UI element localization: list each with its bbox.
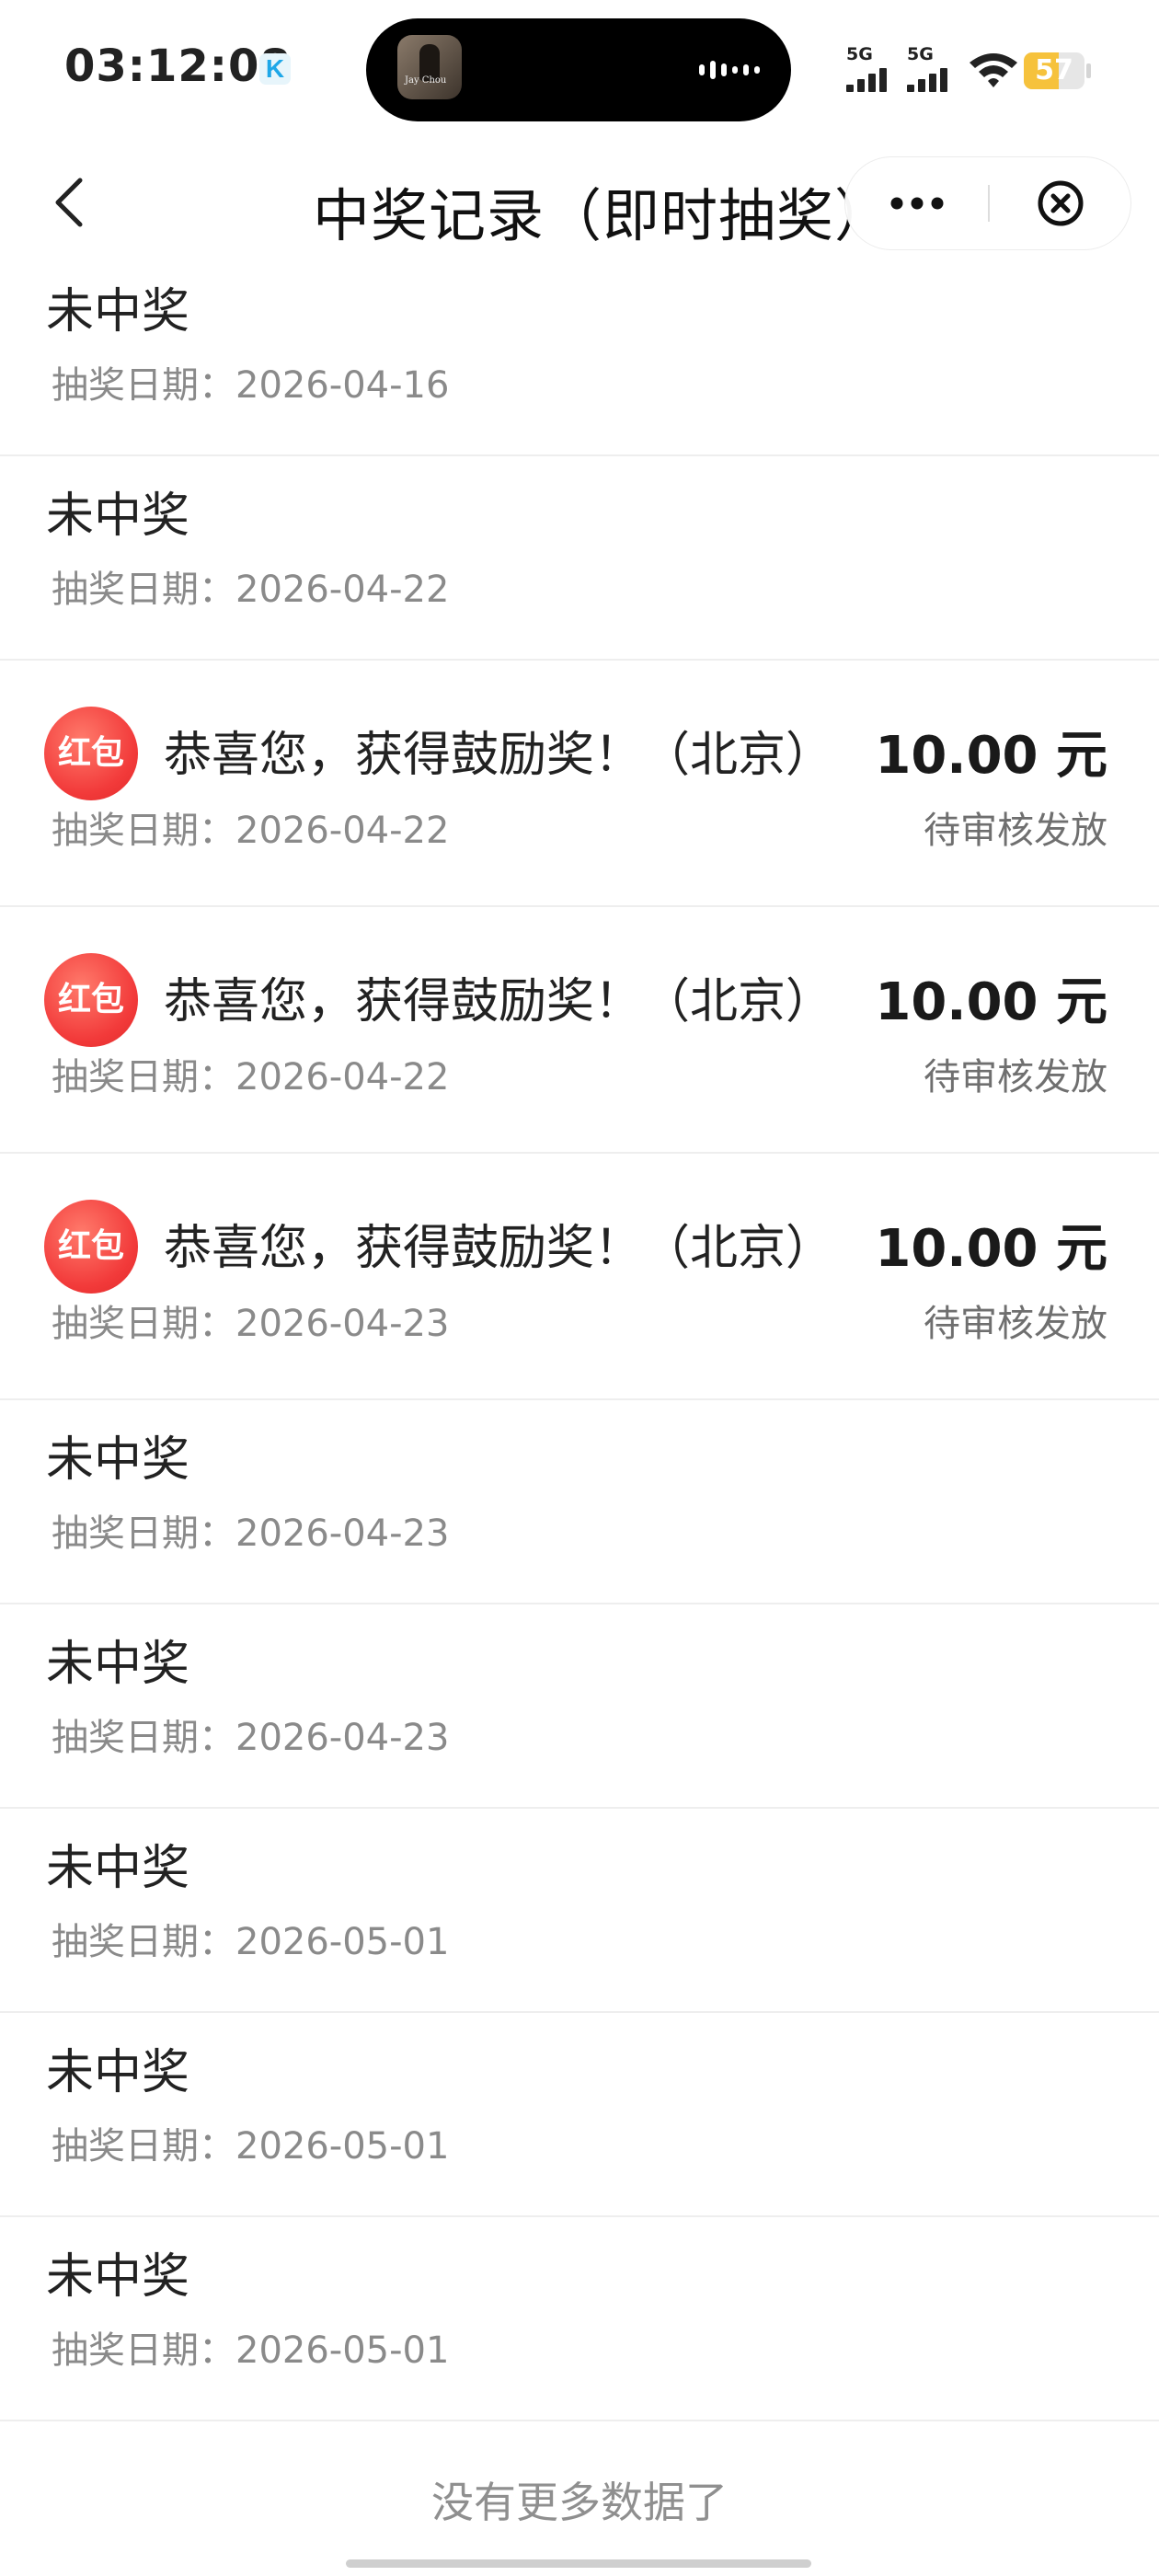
record-title: 未中奖 <box>46 2045 190 2100</box>
record-date: 抽奖日期：2026-04-23 <box>52 1303 450 1345</box>
page-title: 中奖记录（即时抽奖） <box>313 182 893 249</box>
list-item[interactable]: 红包 恭喜您，获得鼓励奖！（北京） 10.00 元 抽奖日期：2026-04-2… <box>0 661 1159 907</box>
record-date: 抽奖日期：2026-04-22 <box>52 810 450 852</box>
record-title: 未中奖 <box>46 1637 190 1692</box>
record-title: 未中奖 <box>46 489 190 544</box>
home-indicator[interactable] <box>346 2559 811 2568</box>
record-title: 恭喜您，获得鼓励奖！（北京） <box>164 728 834 783</box>
back-button[interactable] <box>37 166 101 239</box>
audio-wave-icon <box>699 61 760 79</box>
record-title: 恭喜您，获得鼓励奖！（北京） <box>164 1221 834 1276</box>
record-date: 抽奖日期：2026-04-22 <box>52 569 450 611</box>
payout-status: 待审核发放 <box>924 1303 1107 1345</box>
record-title: 未中奖 <box>46 2249 190 2305</box>
record-date: 抽奖日期：2026-04-23 <box>52 1512 450 1555</box>
app-notification-icon: K <box>259 53 291 85</box>
record-date: 抽奖日期：2026-05-01 <box>52 2125 450 2168</box>
network-type-label: 5G <box>907 44 934 64</box>
dynamic-island[interactable]: Jay Chou <box>366 18 791 121</box>
record-title: 未中奖 <box>46 1841 190 1896</box>
more-button[interactable] <box>845 157 988 249</box>
list-item[interactable]: 红包 恭喜您，获得鼓励奖！（北京） 10.00 元 抽奖日期：2026-04-2… <box>0 907 1159 1154</box>
prize-amount: 10.00 元 <box>875 1219 1107 1279</box>
prize-amount: 10.00 元 <box>875 972 1107 1032</box>
close-button[interactable] <box>990 157 1131 249</box>
list-item[interactable]: 未中奖 抽奖日期：2026-04-23 <box>0 1604 1159 1809</box>
record-date: 抽奖日期：2026-04-16 <box>52 364 450 407</box>
network-type-label: 5G <box>846 44 873 64</box>
record-title: 未中奖 <box>46 284 190 339</box>
red-envelope-badge: 红包 <box>44 953 138 1047</box>
payout-status: 待审核发放 <box>924 810 1107 852</box>
payout-status: 待审核发放 <box>924 1056 1107 1098</box>
list-item[interactable]: 未中奖 抽奖日期：2026-05-01 <box>0 2013 1159 2217</box>
record-title: 未中奖 <box>46 1432 190 1488</box>
record-date: 抽奖日期：2026-04-23 <box>52 1717 450 1759</box>
draw-record-list: 未中奖 抽奖日期：2026-04-16 未中奖 抽奖日期：2026-04-22 … <box>0 267 1159 2421</box>
no-more-data-text: 没有更多数据了 <box>431 2478 728 2527</box>
list-item[interactable]: 未中奖 抽奖日期：2026-05-01 <box>0 2217 1159 2421</box>
status-time: 03:12:08 <box>64 40 292 92</box>
mini-program-capsule <box>844 156 1131 250</box>
album-art-text: Jay Chou <box>405 75 447 86</box>
list-item[interactable]: 红包 恭喜您，获得鼓励奖！（北京） 10.00 元 抽奖日期：2026-04-2… <box>0 1154 1159 1400</box>
circle-close-icon <box>1038 180 1084 226</box>
list-item[interactable]: 未中奖 抽奖日期：2026-04-22 <box>0 456 1159 661</box>
record-date: 抽奖日期：2026-04-22 <box>52 1056 450 1098</box>
list-item[interactable]: 未中奖 抽奖日期：2026-04-16 <box>0 267 1159 456</box>
more-dots-icon <box>890 197 943 210</box>
status-bar: 03:12:08 K Jay Chou 5G 5G 57 <box>0 0 1159 138</box>
battery-icon: 57 <box>1024 52 1092 89</box>
navigation-bar: 中奖记录（即时抽奖） <box>0 138 1159 267</box>
battery-percent: 57 <box>1035 54 1073 86</box>
prize-amount: 10.00 元 <box>875 726 1107 786</box>
red-envelope-badge: 红包 <box>44 1200 138 1294</box>
wifi-icon <box>970 53 1017 87</box>
record-date: 抽奖日期：2026-05-01 <box>52 1921 450 1963</box>
record-title: 恭喜您，获得鼓励奖！（北京） <box>164 974 834 1029</box>
album-art-image: Jay Chou <box>397 35 462 99</box>
red-envelope-badge: 红包 <box>44 707 138 800</box>
chevron-left-icon <box>55 178 83 227</box>
record-date: 抽奖日期：2026-05-01 <box>52 2329 450 2372</box>
list-item[interactable]: 未中奖 抽奖日期：2026-04-23 <box>0 1400 1159 1604</box>
list-item[interactable]: 未中奖 抽奖日期：2026-05-01 <box>0 1809 1159 2013</box>
